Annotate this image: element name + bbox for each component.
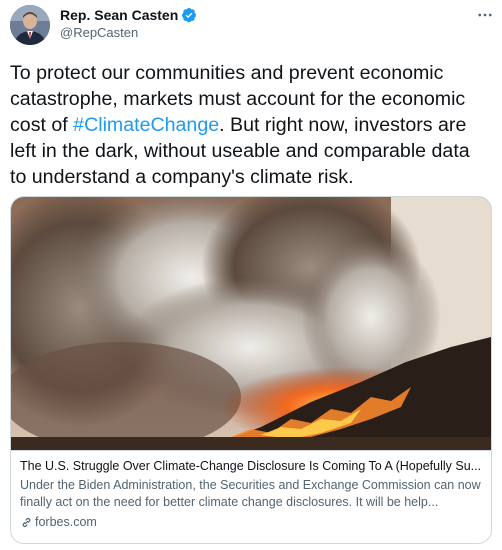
more-icon[interactable] [476,6,494,24]
avatar-portrait-icon [10,5,50,45]
link-card-domain-text: forbes.com [35,515,97,529]
link-icon [22,517,31,527]
hashtag-link[interactable]: #ClimateChange [73,114,219,136]
link-card-meta[interactable]: The U.S. Struggle Over Climate-Change Di… [11,450,491,543]
link-card-title[interactable]: The U.S. Struggle Over Climate-Change Di… [20,459,485,473]
author-handle[interactable]: @RepCasten [60,25,138,40]
link-card-description: Under the Biden Administration, the Secu… [20,478,481,509]
verified-badge-icon [182,8,197,23]
tweet-text: To protect our communities and prevent e… [10,60,490,190]
avatar[interactable] [10,5,50,45]
author-row: Rep. Sean Casten [60,7,197,23]
link-card[interactable]: The U.S. Struggle Over Climate-Change Di… [10,196,492,544]
author-name[interactable]: Rep. Sean Casten [60,7,178,23]
tweet: Rep. Sean Casten @RepCasten To protect o… [0,0,502,550]
link-card-domain[interactable]: forbes.com [20,515,97,529]
wildfire-photo-image[interactable] [11,197,491,450]
